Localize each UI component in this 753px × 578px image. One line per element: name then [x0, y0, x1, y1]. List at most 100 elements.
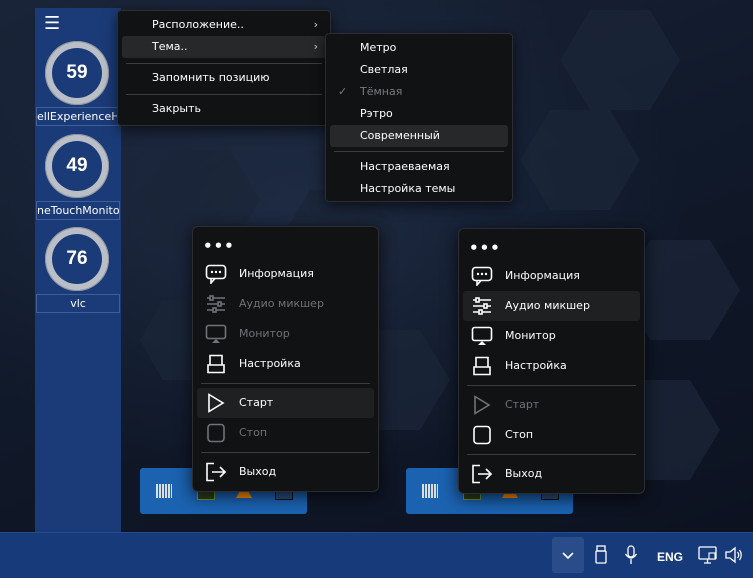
stop-icon — [207, 423, 225, 443]
menu-item-label: Настройка темы — [360, 182, 456, 195]
popup-item-audio-mixer[interactable]: Аудио микшер — [197, 289, 374, 319]
language-indicator[interactable]: ENG — [657, 550, 683, 564]
menu-item-label: Светлая — [360, 63, 408, 76]
speaker-icon[interactable] — [724, 545, 744, 565]
menu-separator — [201, 383, 370, 384]
chevron-right-icon: › — [313, 18, 318, 31]
gauge-value: 76 — [52, 234, 102, 284]
menu-separator — [467, 385, 636, 386]
popup-item-info[interactable]: Информация — [197, 259, 374, 289]
widget-label: neTouchMonito — [36, 201, 120, 220]
popup-item-label: Информация — [505, 269, 580, 282]
taskbar: ENG — [0, 532, 753, 578]
menu-item-label: Рэтро — [360, 107, 393, 120]
menu-item-label: Тёмная — [360, 85, 403, 98]
gauge-value: 49 — [52, 141, 102, 191]
usb-drive-icon[interactable] — [594, 545, 608, 565]
menu-item-close[interactable]: Закрыть — [122, 98, 326, 120]
popup-item-label: Выход — [505, 467, 543, 480]
theme-item-modern[interactable]: Современный — [330, 125, 508, 147]
app-popup-menu: ••• Информация Аудио микшер Монитор Наст… — [192, 226, 379, 492]
theme-item-theme-settings[interactable]: Настройка темы — [330, 178, 508, 200]
widget-gauge[interactable]: 76 — [45, 227, 109, 291]
checkmark-icon: ✓ — [338, 85, 348, 98]
theme-item-metro[interactable]: Метро — [330, 37, 508, 59]
popup-item-label: Монитор — [505, 329, 556, 342]
popup-item-label: Информация — [239, 267, 314, 280]
menu-item-label: Закрыть — [152, 102, 201, 115]
gauge-value: 59 — [52, 48, 102, 98]
chevron-right-icon: › — [313, 40, 318, 53]
context-menu: Расположение.. › Тема.. › Запомнить пози… — [117, 10, 331, 126]
menu-item-remember-position[interactable]: Запомнить позицию — [122, 67, 326, 89]
popup-item-start[interactable]: Старт — [463, 390, 640, 420]
mixer-sliders-icon — [207, 295, 225, 313]
widget-label-text: ellExperienceH — [37, 110, 120, 123]
popup-item-monitor[interactable]: Монитор — [463, 321, 640, 351]
widget-label-text: vlc — [70, 297, 86, 310]
popup-item-label: Аудио микшер — [505, 299, 590, 312]
popup-item-monitor[interactable]: Монитор — [197, 319, 374, 349]
menu-item-label: Расположение.. — [152, 18, 244, 31]
popup-item-exit[interactable]: Выход — [197, 457, 374, 487]
widget-label-text: neTouchMonito — [37, 204, 120, 217]
menu-item-label: Метро — [360, 41, 397, 54]
chevron-up-icon — [562, 552, 574, 560]
menu-item-label: Тема.. — [152, 40, 188, 53]
theme-submenu: Метро Светлая ✓ Тёмная Рэтро Современный… — [325, 33, 513, 202]
popup-item-label: Старт — [505, 398, 540, 411]
popup-item-label: Аудио микшер — [239, 297, 324, 310]
popup-item-stop[interactable]: Стоп — [197, 418, 374, 448]
settings-chair-icon — [207, 354, 225, 374]
app-popup-menu: ••• Информация Аудио микшер Монитор Наст… — [458, 228, 645, 494]
popup-item-settings[interactable]: Настройка — [197, 349, 374, 379]
popup-item-label: Выход — [239, 465, 277, 478]
theme-item-dark[interactable]: ✓ Тёмная — [330, 81, 508, 103]
menu-item-label: Настраеваемая — [360, 160, 450, 173]
menu-separator — [334, 151, 504, 152]
display-network-icon[interactable] — [698, 545, 718, 565]
calendar-icon[interactable] — [422, 484, 438, 498]
settings-chair-icon — [473, 356, 491, 376]
play-icon — [208, 393, 225, 413]
more-dots-icon[interactable]: ••• — [203, 237, 235, 255]
chat-bubble-icon — [471, 266, 493, 286]
monitor-icon — [205, 324, 227, 343]
show-hidden-icons-button[interactable] — [552, 537, 584, 573]
theme-item-retro[interactable]: Рэтро — [330, 103, 508, 125]
menu-separator — [126, 63, 322, 64]
popup-item-label: Монитор — [239, 327, 290, 340]
monitor-icon — [471, 326, 493, 345]
menu-item-label: Современный — [360, 129, 440, 142]
popup-item-settings[interactable]: Настройка — [463, 351, 640, 381]
popup-item-label: Стоп — [505, 428, 534, 441]
popup-item-label: Стоп — [239, 426, 268, 439]
mixer-sliders-icon — [473, 297, 491, 315]
menu-item-theme[interactable]: Тема.. › — [122, 36, 326, 58]
hamburger-menu-icon[interactable]: ☰ — [44, 15, 60, 33]
popup-item-start[interactable]: Старт — [197, 388, 374, 418]
menu-separator — [467, 454, 636, 455]
exit-icon — [472, 464, 493, 484]
popup-item-audio-mixer[interactable]: Аудио микшер — [463, 291, 640, 321]
more-dots-icon[interactable]: ••• — [469, 239, 501, 257]
popup-item-exit[interactable]: Выход — [463, 459, 640, 489]
popup-item-info[interactable]: Информация — [463, 261, 640, 291]
popup-item-label: Настройка — [505, 359, 567, 372]
popup-item-label: Настройка — [239, 357, 301, 370]
menu-separator — [126, 94, 322, 95]
microphone-icon[interactable] — [624, 545, 638, 565]
widget-sidebar: ☰ 59 ellExperienceH 49 neTouchMonito 76 … — [35, 8, 121, 532]
popup-item-label: Старт — [239, 396, 274, 409]
popup-item-stop[interactable]: Стоп — [463, 420, 640, 450]
menu-item-position[interactable]: Расположение.. › — [122, 14, 326, 36]
theme-item-custom[interactable]: Настраеваемая — [330, 156, 508, 178]
menu-separator — [201, 452, 370, 453]
menu-item-label: Запомнить позицию — [152, 71, 270, 84]
widget-gauge[interactable]: 49 — [45, 134, 109, 198]
widget-gauge[interactable]: 59 — [45, 41, 109, 105]
stop-icon — [473, 425, 491, 445]
calendar-icon[interactable] — [156, 484, 172, 498]
play-icon — [474, 395, 491, 415]
theme-item-light[interactable]: Светлая — [330, 59, 508, 81]
